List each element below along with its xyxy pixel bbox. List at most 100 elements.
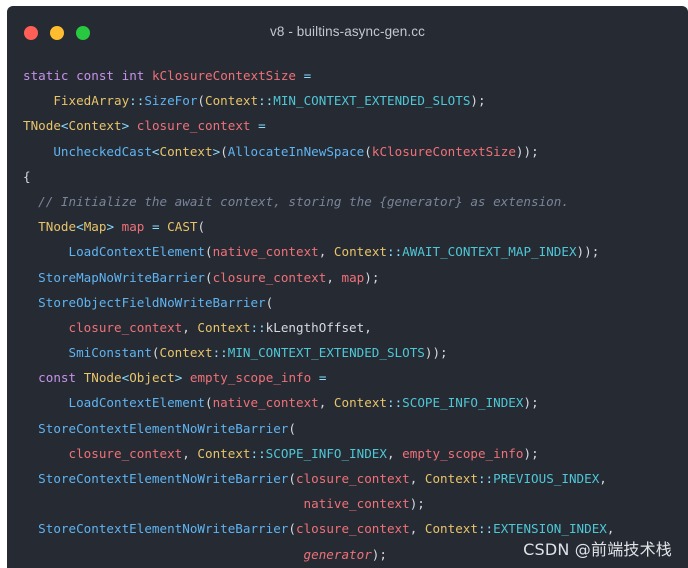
variable-token: empty_scope_info (189, 370, 312, 386)
code-text: ( (288, 420, 296, 436)
constant-token: SCOPE_INFO_INDEX (402, 395, 524, 411)
type-token: Context (159, 345, 213, 361)
type-token: TNode (38, 219, 77, 235)
type-token: FixedArray (53, 93, 130, 109)
operator-token: = (258, 118, 266, 134)
code-line: SmiConstant(Context::MIN_CONTEXT_EXTENDE… (23, 340, 682, 365)
window-titlebar: v8 - builtins-async-gen.cc (7, 6, 688, 58)
code-line: // Initialize the await context, storing… (23, 189, 682, 214)
comment-token: // Initialize the await context, storing… (38, 193, 569, 209)
watermark: CSDN @前端技术栈 (523, 540, 672, 559)
constant-token: EXTENSION_INDEX (493, 521, 607, 537)
code-line: const TNode<Object> empty_scope_info = (23, 365, 682, 390)
constant-token: AWAIT_CONTEXT_MAP_INDEX (402, 244, 577, 260)
type-token: TNode (23, 118, 61, 134)
operator-token: :: (129, 93, 145, 109)
code-window: v8 - builtins-async-gen.cc static const … (7, 6, 688, 568)
keyword-token: static (23, 68, 69, 83)
code-text: , (318, 395, 334, 411)
code-text: ( (197, 219, 206, 235)
type-token: Object (129, 370, 175, 386)
code-line: TNode<Map> map = CAST( (23, 214, 682, 239)
code-text: ); (470, 93, 486, 109)
code-text: , (409, 471, 425, 486)
code-line: StoreContextElementNoWriteBarrier(closur… (23, 466, 682, 491)
code-line: LoadContextElement(native_context, Conte… (23, 239, 682, 264)
function-token: StoreMapNoWriteBarrier (38, 269, 205, 285)
type-token: Context (424, 521, 478, 537)
code-text: , (182, 319, 198, 335)
function-token: SmiConstant (68, 345, 152, 361)
type-token: Context (424, 471, 478, 486)
code-text: , (318, 244, 334, 260)
code-text: , (182, 445, 198, 461)
variable-token: native_context (212, 395, 319, 411)
code-text: ( (288, 471, 296, 486)
code-text: )); (515, 143, 539, 159)
code-line: closure_context, Context::SCOPE_INFO_IND… (23, 441, 682, 466)
type-token: Context (205, 93, 259, 109)
variable-token: closure_context (68, 319, 183, 335)
code-line: StoreObjectFieldNoWriteBarrier( (23, 290, 682, 315)
operator-token: :: (477, 521, 494, 537)
code-text: ( (151, 345, 160, 361)
variable-token: closure_context (295, 521, 410, 537)
variable-token: closure_context (136, 118, 251, 134)
operator-token: = (318, 370, 327, 386)
code-text: , (326, 269, 342, 285)
type-token: Context (197, 319, 251, 335)
variable-token: kClosureContextSize (371, 143, 516, 159)
keyword-token: int (121, 68, 145, 83)
code-text: ( (204, 269, 213, 285)
code-text: )); (424, 345, 448, 361)
type-token: Context (197, 445, 251, 461)
variable-token: closure_context (295, 471, 410, 486)
code-text: , (386, 445, 403, 461)
code-text: , (599, 471, 607, 486)
function-token: LoadContextElement (68, 395, 205, 411)
code-line: static const int kClosureContextSize = (23, 63, 682, 88)
code-line: LoadContextElement(native_context, Conte… (23, 390, 682, 415)
type-token: TNode (83, 370, 122, 386)
operator-token: < (76, 219, 84, 235)
function-token: AllocateInNewSpace (227, 143, 365, 159)
code-line: StoreContextElementNoWriteBarrier( (23, 416, 682, 441)
operator-token: :: (258, 93, 274, 109)
operator-token: > (106, 219, 115, 235)
code-text: ( (197, 93, 206, 109)
code-line: FixedArray::SizeFor(Context::MIN_CONTEXT… (23, 88, 682, 113)
function-token: LoadContextElement (68, 244, 205, 260)
keyword-token: const (76, 68, 115, 83)
type-token: Context (159, 143, 213, 159)
type-token: Context (333, 395, 387, 411)
constant-token: PREVIOUS_INDEX (493, 471, 600, 486)
code-text: ( (204, 395, 213, 411)
code-text: ); (523, 445, 539, 461)
function-token: UncheckedCast (53, 143, 152, 159)
variable-token: closure_context (212, 269, 327, 285)
constant-token: MIN_CONTEXT_EXTENDED_SLOTS (273, 93, 471, 109)
code-text: ( (204, 244, 213, 260)
code-text: , (606, 521, 615, 537)
function-token: StoreContextElementNoWriteBarrier (38, 420, 289, 436)
type-token: Context (68, 118, 122, 134)
code-text: kLengthOffset, (265, 319, 372, 335)
constant-token: SCOPE_INFO_INDEX (265, 445, 387, 461)
type-token: Context (333, 244, 387, 260)
